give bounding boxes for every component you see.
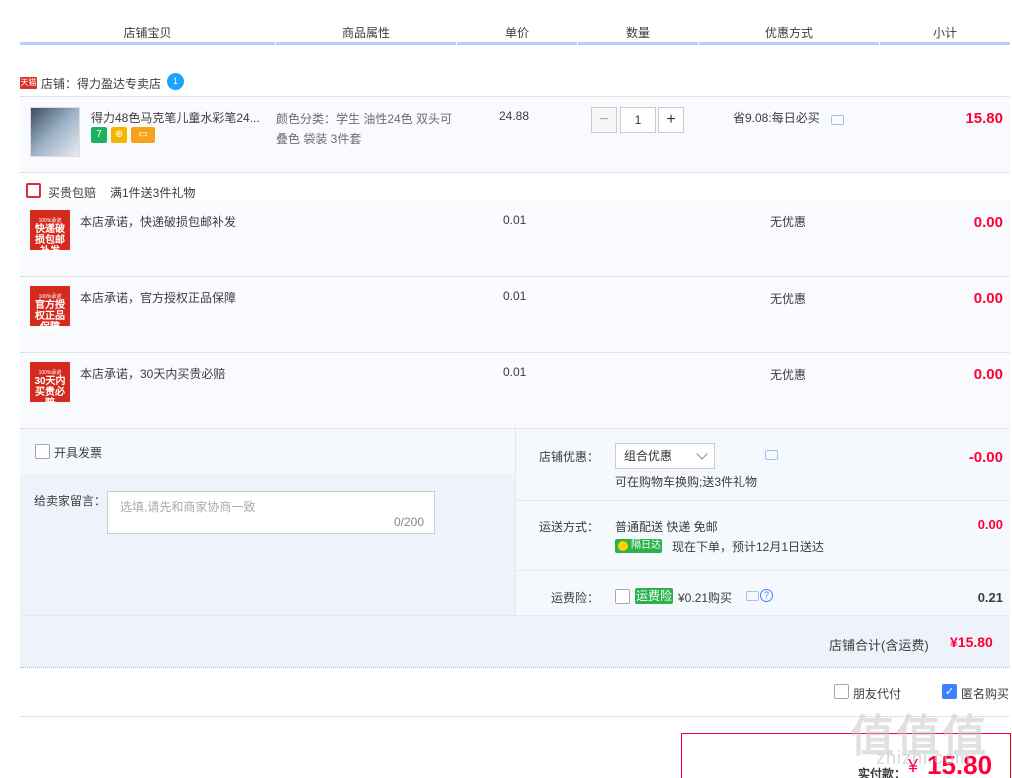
shipping-eta: 现在下单，预计12月1日送达 <box>672 540 825 554</box>
header-underline <box>20 42 275 45</box>
promise-image-text: 官方授权正品保障 <box>35 300 65 333</box>
promise-subtotal: 0.00 <box>973 366 1003 383</box>
promise-price: 0.01 <box>503 289 527 303</box>
shop-discount-selected: 组合优惠 <box>624 449 673 463</box>
shop-discount-value: -0.00 <box>968 449 1003 466</box>
next-day-badge: 隔日达 <box>615 539 662 553</box>
credit-card-icon: ▭ <box>131 127 155 143</box>
friend-pay-checkbox[interactable] <box>834 684 849 699</box>
promise-text: 本店承诺，快递破损包邮补发 <box>80 215 237 229</box>
promise-price: 0.01 <box>503 365 527 379</box>
header-underline <box>457 42 577 45</box>
promise-price: 0.01 <box>503 213 527 227</box>
message-char-count: 0/200 <box>393 515 424 529</box>
insurance-label: 运费险： <box>551 591 600 605</box>
shipping-label: 运送方式： <box>539 520 600 534</box>
gift-icon <box>26 183 41 198</box>
col-header-discount: 优惠方式 <box>764 26 813 40</box>
message-textarea[interactable]: 选填,请先和商家协商一致 0/200 <box>107 491 435 534</box>
insurance-badge: 运费险 <box>635 588 673 604</box>
guarantee-icon: ⊕ <box>111 127 127 143</box>
message-label: 给卖家留言： <box>34 494 107 508</box>
comment-icon[interactable] <box>765 450 778 460</box>
promise-image: 100%承诺 30天内买贵必赔 <box>30 362 70 409</box>
product-attributes: 颜色分类：学生 油性24色 双头可 叠色 袋装 3件套 <box>276 109 476 149</box>
help-icon[interactable]: ? <box>760 589 773 602</box>
shop-discount-label: 店铺优惠： <box>539 450 600 464</box>
watermark-url: zhizhi.com <box>876 748 972 768</box>
header-underline <box>578 42 698 45</box>
product-thumbnail[interactable] <box>30 107 80 157</box>
invoice-checkbox[interactable] <box>35 444 50 459</box>
promise-discount: 无优惠 <box>770 292 807 306</box>
header-underline <box>276 42 456 45</box>
promise-image: 100%承诺 官方授权正品保障 <box>30 286 70 333</box>
shipping-method: 普通配送 快递 免邮 <box>615 520 718 534</box>
promise-discount: 无优惠 <box>770 368 807 382</box>
unit-price: 24.88 <box>499 109 530 123</box>
lightning-icon <box>618 541 628 551</box>
comment-icon[interactable] <box>746 591 759 601</box>
next-day-badge-label: 隔日达 <box>631 540 661 551</box>
qty-decrease-button[interactable]: − <box>591 107 617 133</box>
shop-discount-select[interactable]: 组合优惠 <box>615 443 715 469</box>
shipping-value: 0.00 <box>977 517 1003 532</box>
promise-image: 100%承诺 快递破损包邮补发 <box>30 210 70 257</box>
shop-total-value: ¥15.80 <box>950 634 993 650</box>
invoice-label: 开具发票 <box>54 446 103 460</box>
divider <box>20 667 1010 668</box>
comment-icon[interactable] <box>831 115 844 125</box>
shop-name-link[interactable]: 店铺：得力盈达专卖店 <box>41 75 161 92</box>
col-header-shop-item: 店铺宝贝 <box>123 26 172 40</box>
promise-text: 本店承诺，30天内买贵必赔 <box>80 367 226 381</box>
header-underline <box>880 42 1010 45</box>
col-header-quantity: 数量 <box>625 26 650 40</box>
message-placeholder: 选填,请先和商家协商一致 <box>120 500 256 514</box>
seven-day-return-icon: 7 <box>91 127 107 143</box>
divider <box>516 570 1010 571</box>
promise-text: 本店承诺，官方授权正品保障 <box>80 291 237 305</box>
quantity-input[interactable]: 1 <box>620 107 656 133</box>
product-attr-line: 颜色分类：学生 油性24色 双头可 <box>276 112 453 126</box>
shop-discount-note: 可在购物车换购;送3件礼物 <box>615 475 758 489</box>
tmall-badge-icon: 天猫 <box>20 77 37 89</box>
header-underline <box>699 42 879 45</box>
product-attr-line: 叠色 袋装 3件套 <box>276 132 362 146</box>
divider <box>516 500 1010 501</box>
divider <box>20 172 1010 173</box>
promise-subtotal: 0.00 <box>973 290 1003 307</box>
col-header-subtotal: 小计 <box>932 26 957 40</box>
promise-image-text: 快递破损包邮补发 <box>35 224 65 257</box>
insurance-price: ¥0.21购买 <box>678 591 733 605</box>
promise-discount: 无优惠 <box>770 215 807 229</box>
col-header-attributes: 商品属性 <box>341 26 390 40</box>
anonymous-checkbox[interactable]: ✓ <box>942 684 957 699</box>
item-subtotal: 15.80 <box>965 110 1003 127</box>
insurance-checkbox[interactable] <box>615 589 630 604</box>
shop-total-label: 店铺合计(含运费) <box>829 638 929 653</box>
insurance-value: 0.21 <box>977 590 1003 605</box>
chat-icon[interactable]: 1 <box>167 73 184 90</box>
qty-increase-button[interactable]: + <box>658 107 684 133</box>
promise-subtotal: 0.00 <box>973 214 1003 231</box>
col-header-unit-price: 单价 <box>504 26 529 40</box>
discount-text: 省9.08:每日必买 <box>733 111 820 125</box>
gift-text: 满1件送3件礼物 <box>110 186 196 200</box>
chevron-down-icon <box>696 448 708 460</box>
promise-image-text: 30天内买贵必赔 <box>34 376 66 409</box>
product-title-link[interactable]: 得力48色马克笔儿童水彩笔24... <box>91 109 260 126</box>
gift-label: 买贵包赔 <box>48 186 97 200</box>
